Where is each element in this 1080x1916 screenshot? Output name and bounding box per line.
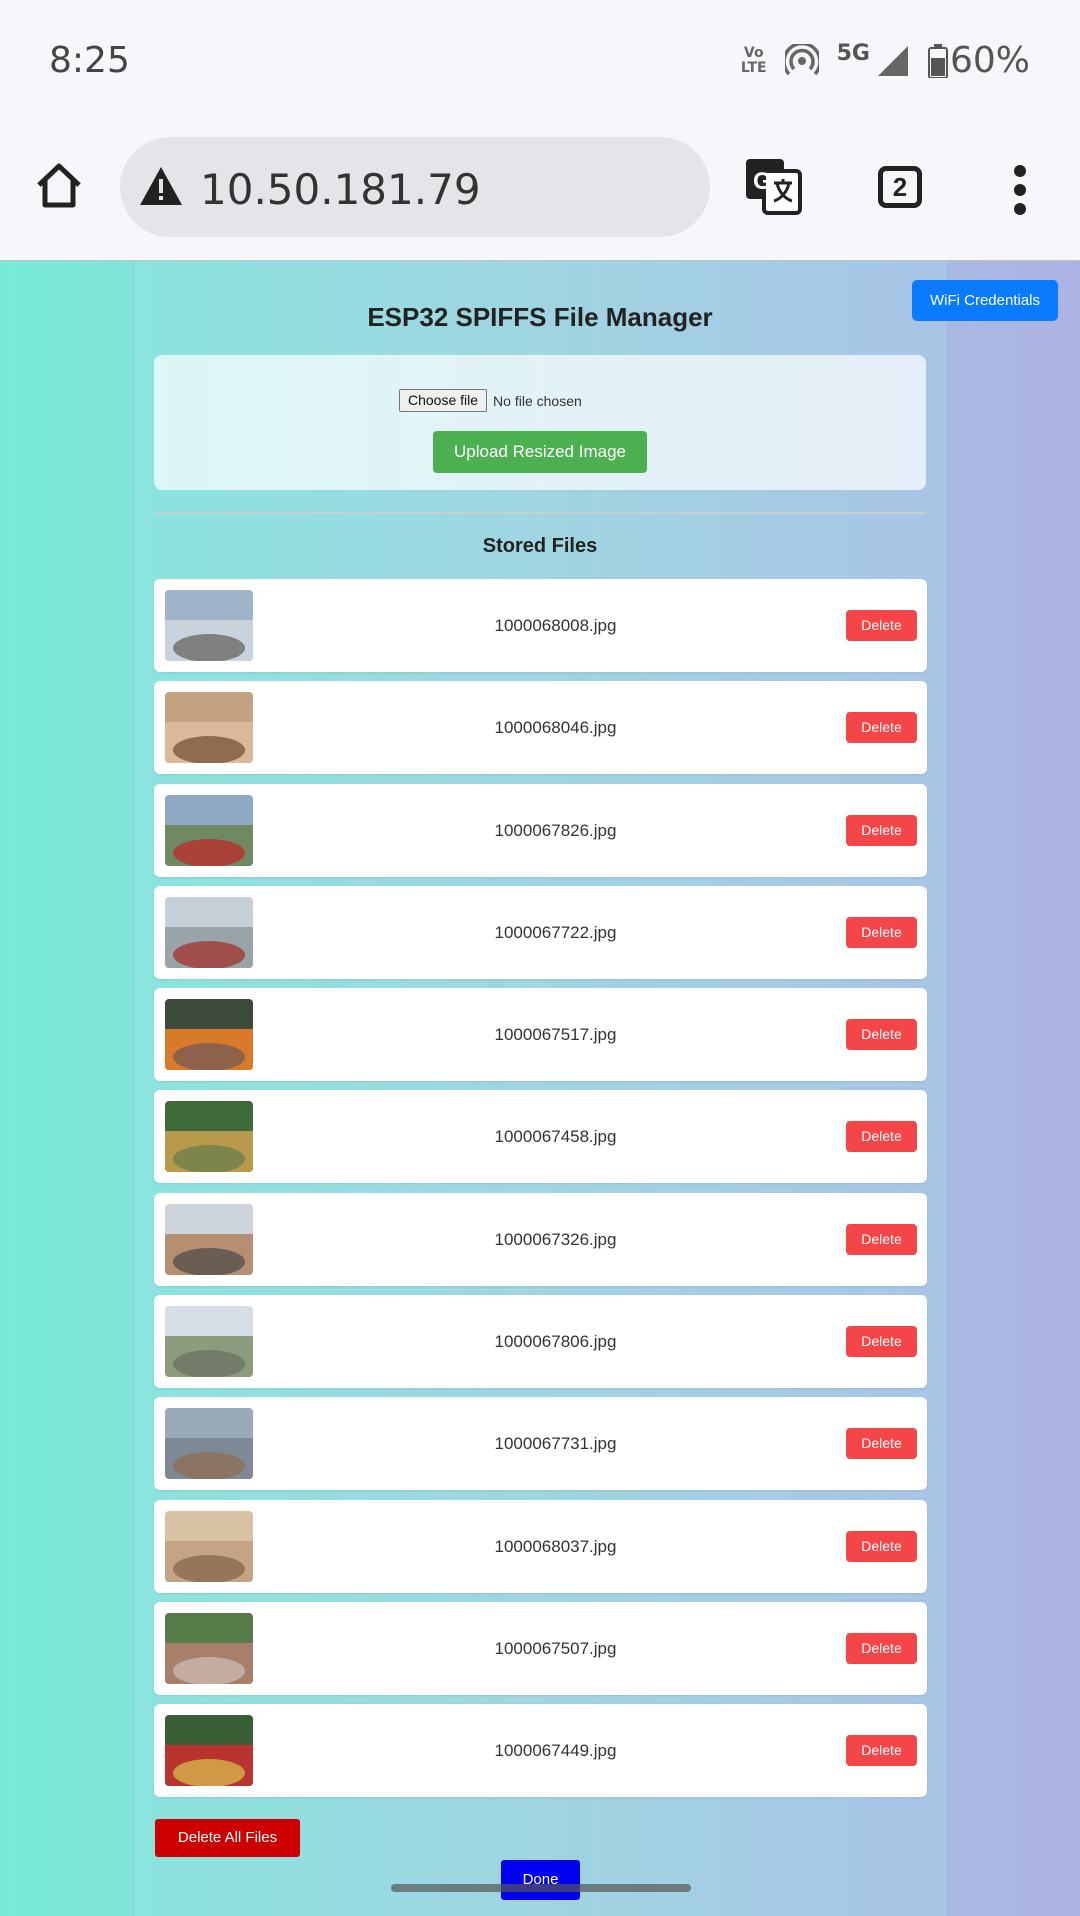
file-name: 1000067507.jpg [494, 1638, 617, 1658]
delete-button[interactable]: Delete [846, 1735, 917, 1767]
delete-all-button[interactable]: Delete All Files [155, 1819, 300, 1857]
url-text: 10.50.181.79 [200, 165, 481, 214]
file-row: 1000067806.jpg Delete [154, 1295, 927, 1389]
delete-button[interactable]: Delete [846, 610, 917, 641]
file-name: 1000067517.jpg [494, 1025, 617, 1045]
file-list: 1000068008.jpg Delete 1000068046.jpg Delete… [154, 579, 927, 1807]
file-row: 1000068008.jpg Delete [154, 579, 927, 672]
battery-level: 60% [949, 40, 1030, 81]
delete-button[interactable]: Delete [846, 814, 917, 846]
delete-button[interactable]: Delete [846, 1223, 917, 1255]
status-bar: 8:25 Vo LTE 5G 60% [0, 0, 1080, 125]
file-row: 1000067731.jpg Delete [154, 1397, 927, 1491]
file-status: No file chosen [493, 392, 582, 409]
file-row: 1000067458.jpg Delete [154, 1090, 927, 1184]
hotspot-icon [784, 43, 819, 75]
delete-button[interactable]: Delete [846, 1428, 917, 1460]
file-name: 1000067731.jpg [494, 1434, 617, 1454]
file-row: 1000067326.jpg Delete [154, 1192, 927, 1286]
menu-icon[interactable] [1011, 165, 1029, 215]
file-name: 1000067449.jpg [494, 1741, 617, 1761]
browser-toolbar: 10.50.181.79 G 2 [0, 125, 1080, 260]
battery-icon [927, 43, 948, 78]
file-name: 1000067458.jpg [494, 1127, 617, 1147]
home-indicator [391, 1884, 691, 1892]
file-name: 1000068008.jpg [494, 616, 617, 635]
delete-button[interactable]: Delete [846, 1019, 917, 1051]
divider [154, 512, 926, 514]
file-name: 1000067806.jpg [494, 1332, 617, 1352]
volte-icon: Vo LTE [740, 44, 767, 76]
delete-button[interactable]: Delete [846, 916, 917, 948]
delete-button[interactable]: Delete [846, 1530, 917, 1562]
file-row: 1000067517.jpg Delete [154, 988, 927, 1082]
delete-button[interactable]: Delete [846, 1121, 917, 1153]
warning-icon[interactable] [138, 165, 184, 207]
file-row: 1000067507.jpg Delete [154, 1601, 927, 1695]
network-type: 5G [836, 41, 870, 66]
file-input[interactable]: Choose file No file chosen [399, 389, 582, 412]
upload-button[interactable]: Upload Resized Image [433, 431, 647, 473]
file-name: 1000068037.jpg [494, 1536, 617, 1556]
done-button[interactable]: Done [501, 1860, 580, 1900]
file-row: 1000068046.jpg Delete [154, 681, 927, 775]
delete-button[interactable]: Delete [846, 1326, 917, 1358]
upload-form: Choose file No file chosen Upload Resize… [154, 355, 926, 490]
file-name: 1000068046.jpg [494, 718, 617, 738]
file-row: 1000067722.jpg Delete [154, 885, 927, 979]
delete-button[interactable]: Delete [846, 712, 917, 744]
status-icons: Vo LTE 5G 60% [741, 40, 1030, 81]
file-row: 1000067826.jpg Delete [154, 783, 927, 877]
address-bar[interactable]: 10.50.181.79 [120, 137, 710, 237]
stored-files-heading: Stored Files [482, 535, 598, 557]
file-name: 1000067826.jpg [494, 820, 617, 840]
battery: 60% [927, 40, 1030, 81]
file-row: 1000068037.jpg Delete [154, 1499, 927, 1593]
signal-icon [877, 45, 908, 76]
tab-switcher-button[interactable]: 2 [878, 166, 922, 208]
home-icon[interactable] [34, 161, 84, 211]
web-content: WiFi Credentials ESP32 SPIFFS File Manag… [0, 260, 1080, 1916]
choose-file-button[interactable]: Choose file [399, 389, 488, 412]
translate-icon[interactable]: G [744, 157, 802, 215]
svg-text:G: G [753, 168, 772, 195]
status-time: 8:25 [49, 40, 130, 81]
page-title: ESP32 SPIFFS File Manager [367, 302, 713, 332]
delete-button[interactable]: Delete [846, 1632, 917, 1664]
file-name: 1000067722.jpg [494, 922, 617, 942]
file-row: 1000067449.jpg Delete [154, 1704, 927, 1798]
file-name: 1000067326.jpg [494, 1229, 617, 1249]
